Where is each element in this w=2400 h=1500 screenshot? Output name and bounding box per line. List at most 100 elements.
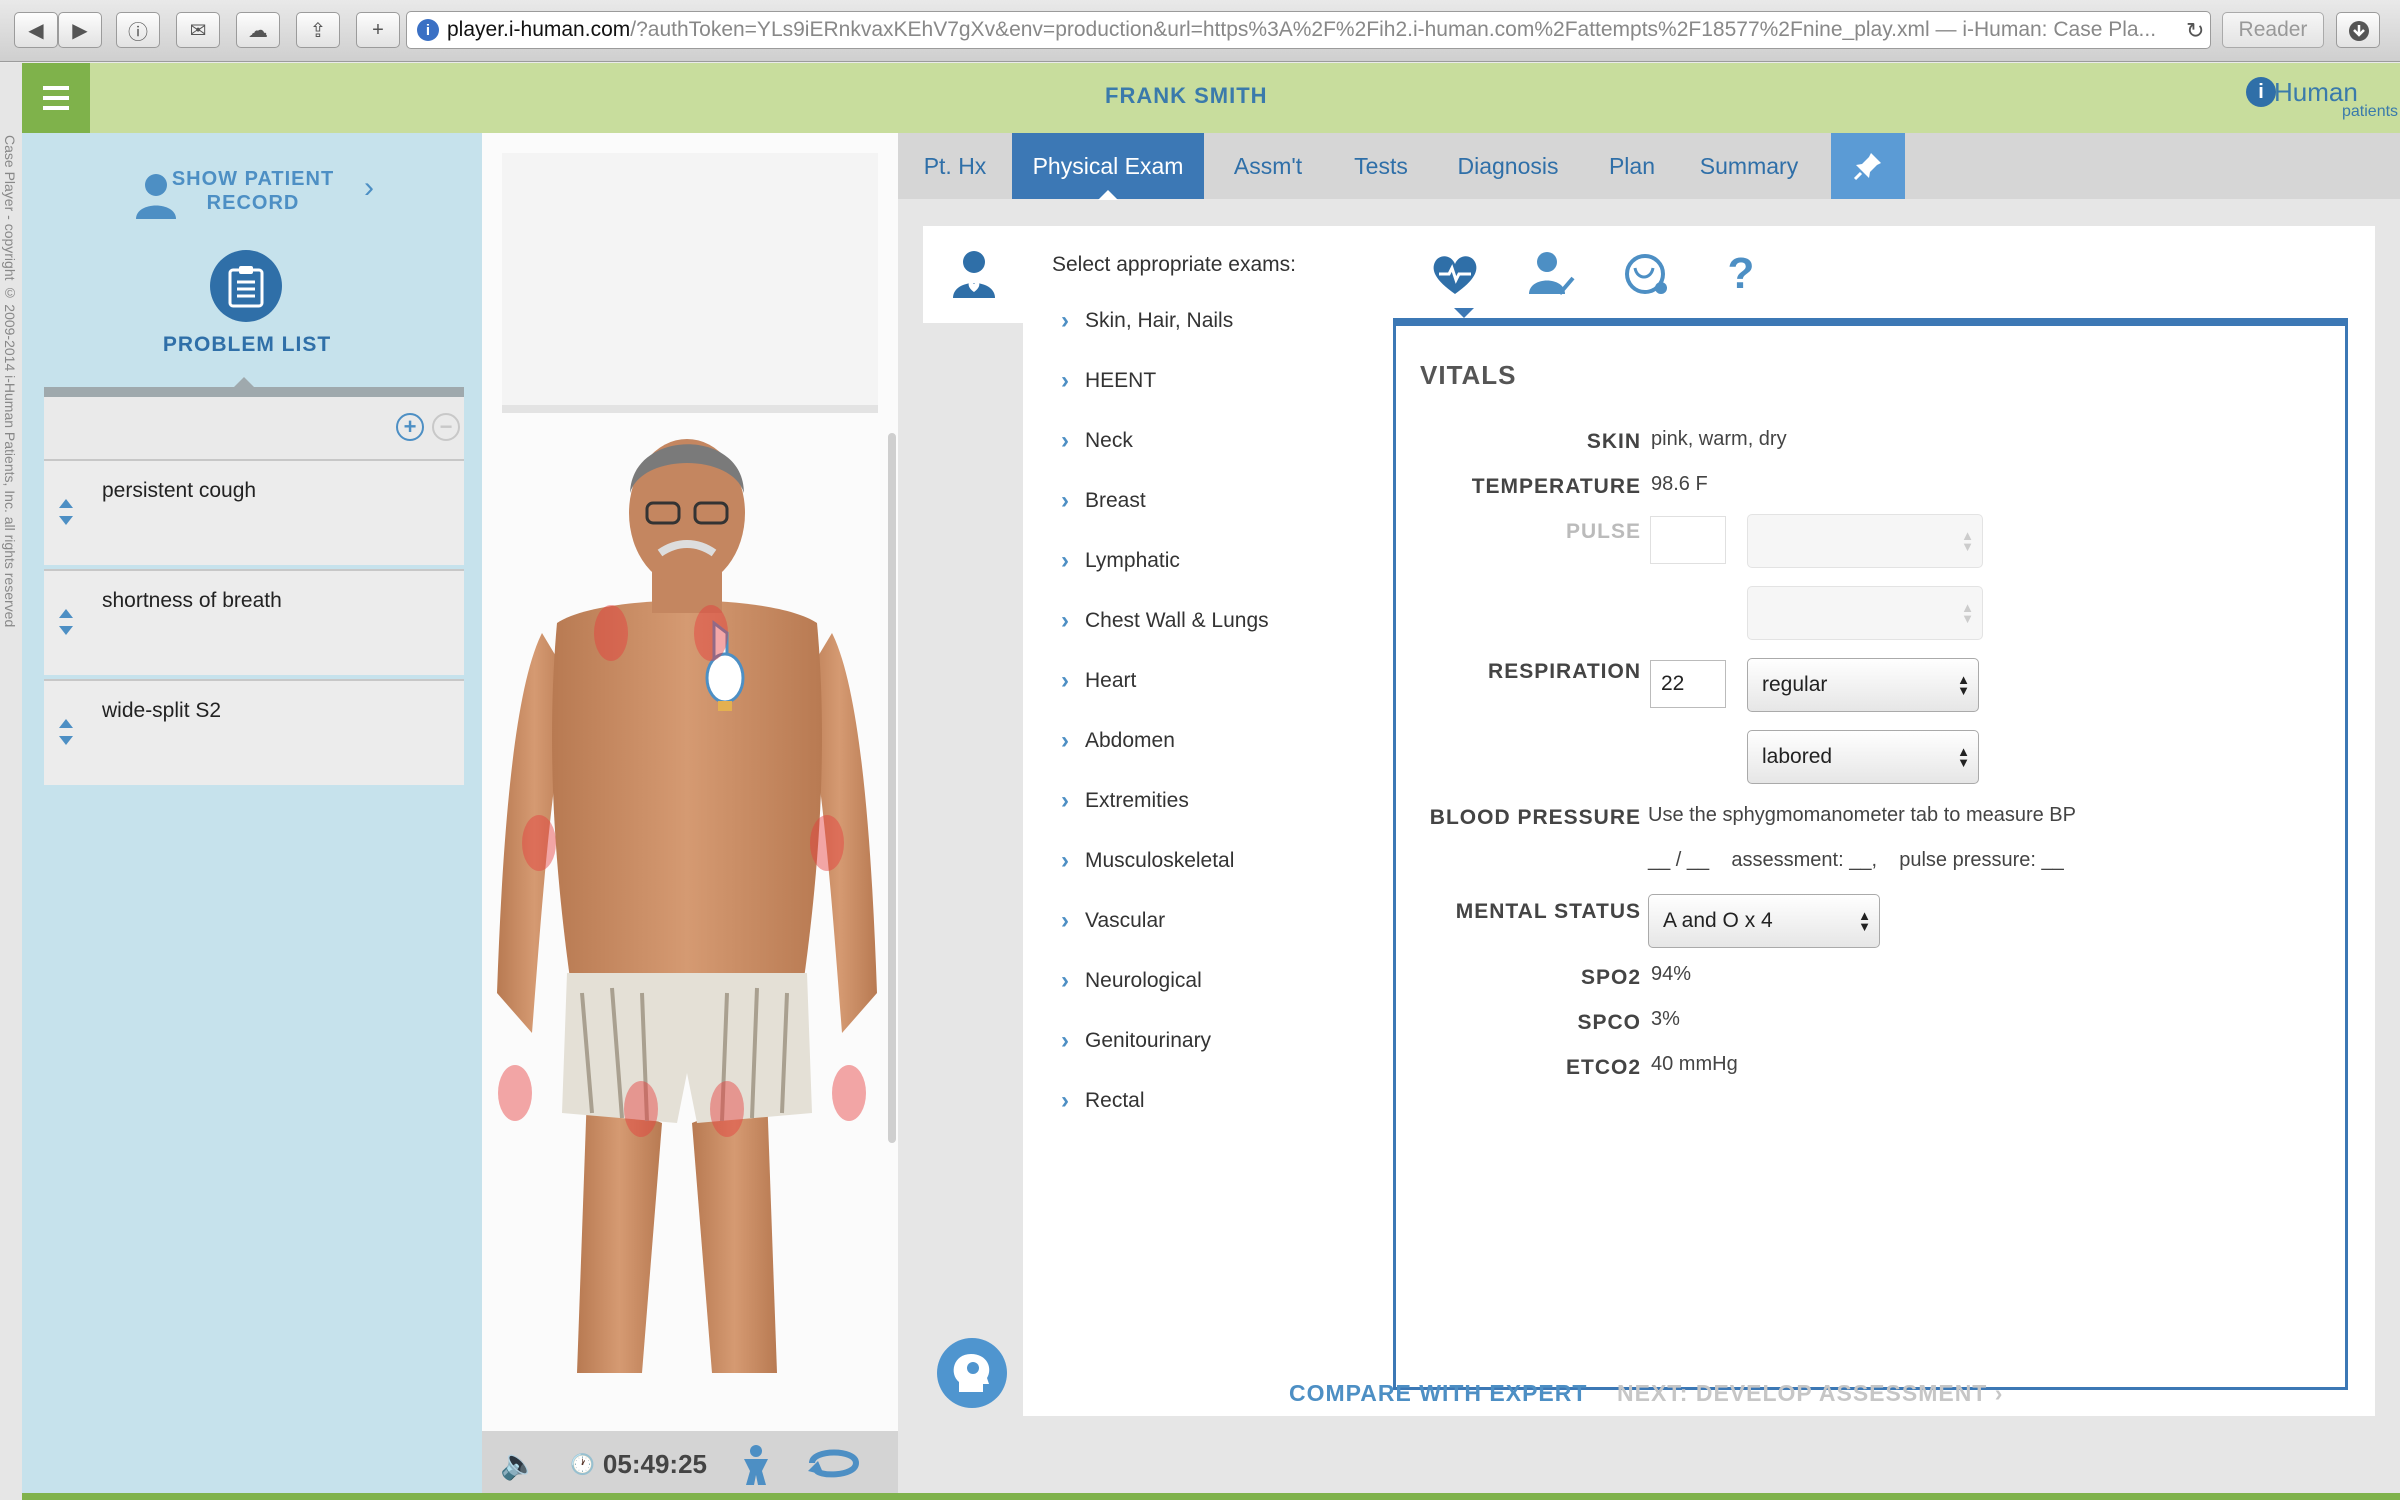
reorder-icon[interactable] [58,609,74,635]
cloud-icon[interactable]: ☁ [236,12,280,48]
exam-item[interactable]: › Extremities [1061,787,1189,815]
mail-icon[interactable]: ✉ [176,12,220,48]
menu-icon[interactable] [22,63,90,133]
hotspot-groin-left[interactable] [624,1081,658,1137]
exam-item[interactable]: › Musculoskeletal [1061,847,1234,875]
blood-pressure-values: __ / __ assessment: __, pulse pressure: … [1648,849,2064,871]
respiration-effort-value: labored [1762,745,1833,768]
exam-item[interactable]: › Chest Wall & Lungs [1061,607,1269,635]
exam-item[interactable]: › Neurological [1061,967,1202,995]
reorder-icon[interactable] [58,719,74,745]
hotspot-groin-right[interactable] [710,1081,744,1137]
reorder-icon[interactable] [58,499,74,525]
exam-item[interactable]: › Abdomen [1061,727,1175,755]
downloads-icon[interactable] [2336,12,2380,48]
problem-item[interactable]: wide-split S2 [44,679,464,785]
body-position-icon[interactable] [736,1443,776,1492]
reader-button[interactable]: Reader [2222,12,2324,48]
tab-summary[interactable]: Summary [1678,133,1820,199]
exam-item[interactable]: › Vascular [1061,907,1165,935]
pulse-label: PULSE [1565,520,1641,543]
respiration-effort-select[interactable]: labored ▲ ▼ [1747,730,1979,784]
exam-item[interactable]: › Skin, Hair, Nails [1061,307,1233,335]
pin-icon[interactable] [1831,133,1905,199]
vitals-panel: VITALS SKIN pink, warm, dry TEMPERATURE … [1393,318,2348,1390]
main-tabs: Pt. Hx Physical Exam Assm't Tests Diagno… [898,133,2400,200]
add-problem-icon[interactable]: + [396,413,424,441]
tab-plan[interactable]: Plan [1586,133,1678,199]
timer-value: 05:49:25 [602,1449,707,1479]
hotspot-neck-right[interactable] [694,605,728,661]
help-icon[interactable]: ? [1709,244,1773,304]
url-bar[interactable]: i player.i-human.com /?authToken=YLs9iER… [406,11,2211,49]
patient-exam-icon[interactable] [923,226,1023,323]
respiration-rate-input[interactable]: 22 [1650,660,1726,708]
tab-assessment[interactable]: Assm't [1204,133,1332,199]
spo2-value: 94% [1651,963,1692,985]
clipboard-icon[interactable] [210,250,282,322]
reload-icon[interactable]: ↻ [2186,18,2204,44]
rotate-icon[interactable] [806,1441,862,1492]
share-icon[interactable]: ⇪ [296,12,340,48]
problem-list-title: PROBLEM LIST [162,333,332,356]
exam-item[interactable]: › Rectal [1061,1087,1145,1115]
back-icon[interactable]: ◀ [14,12,58,48]
exam-item[interactable]: › Genitourinary [1061,1027,1211,1055]
exam-item[interactable]: › Lymphatic [1061,547,1180,575]
mental-status-select[interactable]: A and O x 4 ▲ ▼ [1648,894,1880,948]
speaker-icon[interactable]: 🔈 [500,1447,537,1482]
exam-item[interactable]: › HEENT [1061,367,1156,395]
next-label: NEXT: DEVELOP ASSESSMENT [1617,1380,1988,1406]
avatar-info-box [502,153,878,413]
side-column [923,226,1023,1416]
exam-item-label: Rectal [1085,1089,1145,1112]
case-timer: 🕐 05:49:25 [570,1449,707,1480]
etco2-value: 40 mmHg [1651,1053,1738,1075]
exam-item-label: Chest Wall & Lungs [1085,609,1269,632]
problem-label: persistent cough [102,479,257,502]
url-host: player.i-human.com [447,18,631,41]
exam-item-label: Neurological [1085,969,1202,992]
tab-pt-hx[interactable]: Pt. Hx [898,133,1012,199]
hotspot-wrist-right[interactable] [832,1065,866,1121]
tab-diagnosis[interactable]: Diagnosis [1430,133,1586,199]
main-area: Pt. Hx Physical Exam Assm't Tests Diagno… [898,133,2400,1500]
respiration-label: RESPIRATION [1488,660,1641,683]
chevron-right-icon: › [1994,1380,2004,1406]
exam-content: Select appropriate exams: › Skin, Hair, N… [923,226,2375,1416]
exam-item[interactable]: › Heart [1061,667,1136,695]
show-patient-record-label: SHOW PATIENT RECORD [171,168,335,214]
exam-item-label: Skin, Hair, Nails [1085,309,1234,332]
show-patient-record-button[interactable]: SHOW PATIENT RECORD › [112,161,412,221]
hotspot-neck-left[interactable] [594,605,628,661]
problem-item[interactable]: shortness of breath [44,569,464,675]
site-info-icon: i [417,19,439,41]
copyright-text: Case Player - copyright © 2009-2014 i-Hu… [2,135,18,628]
tab-physical-exam[interactable]: Physical Exam [1012,133,1204,200]
hotspot-wrist-left[interactable] [498,1065,532,1121]
examination-icon[interactable] [1519,244,1583,304]
bottom-strip [22,1493,2400,1500]
new-tab-icon[interactable]: + [356,12,400,48]
exam-item-label: HEENT [1085,369,1157,392]
chevron-right-icon: › [1061,1027,1069,1054]
problem-label: shortness of breath [102,589,282,612]
patient-avatar[interactable] [482,433,892,1393]
vitals-heart-icon[interactable] [1423,244,1487,304]
info-icon[interactable]: ⓘ [116,12,160,48]
hotspot-arm-right[interactable] [810,815,844,871]
stethoscope-icon[interactable] [1615,244,1679,304]
respiration-rhythm-select[interactable]: regular ▲ ▼ [1747,658,1979,712]
tab-tests[interactable]: Tests [1332,133,1430,199]
chevron-right-icon: › [1061,487,1069,514]
temperature-value: 98.6 F [1651,473,1708,495]
brain-icon[interactable] [937,1338,1007,1408]
exam-item-label: Neck [1085,429,1133,452]
exam-item[interactable]: › Breast [1061,487,1146,515]
compare-with-expert-button[interactable]: COMPARE WITH EXPERT [1289,1380,1587,1407]
forward-icon[interactable]: ▶ [58,12,102,48]
chevron-right-icon: › [1061,667,1069,694]
hotspot-arm-left[interactable] [522,815,556,871]
exam-item[interactable]: › Neck [1061,427,1133,455]
problem-item[interactable]: persistent cough [44,459,464,565]
